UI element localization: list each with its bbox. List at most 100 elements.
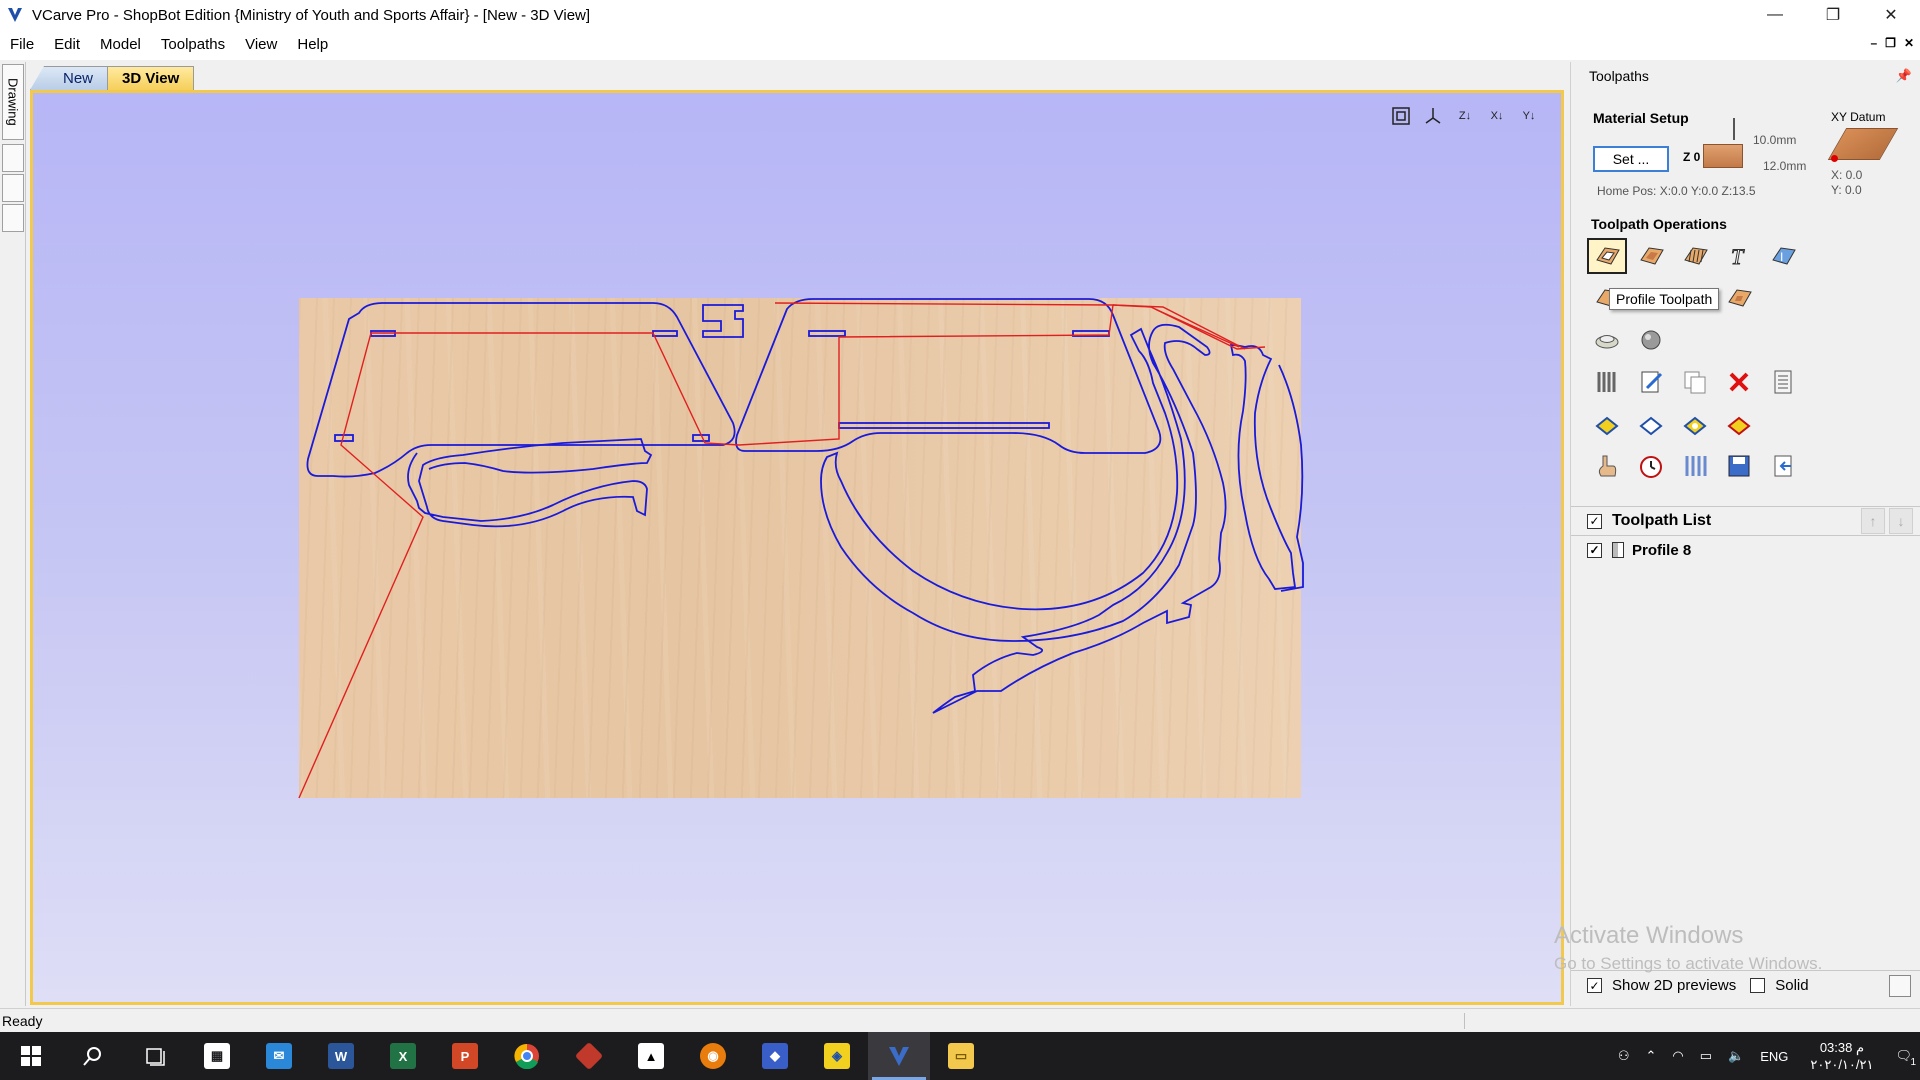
solid-checkbox[interactable] [1750,978,1766,993]
material-thickness-bottom: 12.0mm [1763,159,1807,173]
tool-database-icon[interactable] [1587,364,1627,400]
material-thickness-top: 10.0mm [1753,133,1797,147]
solid-label: Solid [1775,977,1809,994]
restore-button[interactable]: ❐ [1804,0,1862,30]
copy-toolpath-icon[interactable] [1675,364,1715,400]
toolpath-item-checkbox[interactable]: ✓ [1587,542,1602,558]
title-bar: VCarve Pro - ShopBot Edition {Ministry o… [0,0,1920,30]
preview-all-icon[interactable] [1675,406,1715,442]
powerpoint-label: P [452,1043,478,1069]
app-red-icon[interactable] [558,1032,620,1080]
notifications-icon[interactable]: 🗨 1 [1887,1048,1920,1068]
3d-viewport[interactable]: Z ↓ X ↓ Y ↓ [30,90,1564,1005]
datum-y: Y: 0.0 [1831,183,1862,197]
datum-coordinates: X: 0.0 Y: 0.0 [1831,168,1862,198]
left-dock-strip: Drawing [0,62,26,1006]
toolpath-template-icon[interactable] [1587,448,1627,484]
menu-help[interactable]: Help [287,30,338,60]
close-button[interactable]: ✕ [1862,0,1920,30]
file-explorer-icon[interactable]: ▭ [930,1032,992,1080]
start-icon[interactable] [0,1032,62,1080]
dock-button-1[interactable] [2,144,24,172]
mdi-restore-button[interactable]: ❐ [1885,36,1896,50]
3d-finishing-icon[interactable] [1631,322,1671,358]
list-item[interactable]: ✓ Profile 8 [1571,536,1920,564]
menu-model[interactable]: Model [90,30,151,60]
mdi-minimize-button[interactable]: – [1870,36,1877,50]
preview-material-icon[interactable] [1587,406,1627,442]
profile-toolpath-icon[interactable] [1587,238,1627,274]
app-doc-icon[interactable]: ◈ [806,1032,868,1080]
material-set-button[interactable]: Set ... [1593,146,1669,172]
pin-icon[interactable]: 📌 [1896,68,1912,84]
export-toolpath-icon[interactable] [1763,448,1803,484]
pocket-toolpath-icon[interactable] [1631,238,1671,274]
task-view-icon[interactable] [124,1032,186,1080]
end-mill-icon [1612,542,1624,558]
menu-toolpaths[interactable]: Toolpaths [151,30,235,60]
vcarve-icon[interactable] [868,1032,930,1080]
move-down-button[interactable]: ↓ [1889,508,1913,534]
search-icon[interactable] [62,1032,124,1080]
toolpath-summary-icon[interactable] [1763,364,1803,400]
machining-time-icon[interactable] [1631,448,1671,484]
home-position: Home Pos: X:0.0 Y:0.0 Z:13.5 [1597,184,1756,198]
ruler-icon [1733,118,1735,140]
3d-roughing-icon[interactable] [1587,322,1627,358]
chevron-up-icon[interactable]: ⌃ [1637,1048,1664,1064]
mdi-close-button[interactable]: ✕ [1904,36,1914,50]
tab-new[interactable]: New [30,66,109,90]
drawing-panel-tab[interactable]: Drawing [2,64,24,140]
engrave-toolpath-icon[interactable]: I [1763,238,1803,274]
clock[interactable]: 03:38 م ٢٠٢٠/١٠/٢١ [1796,1039,1887,1073]
drilling-toolpath-icon[interactable] [1675,238,1715,274]
panel-options-button[interactable] [1889,975,1911,997]
notification-count: 1 [1910,1057,1916,1068]
show-2d-previews-option[interactable]: ✓ Show 2D previews [1587,977,1736,994]
menu-edit[interactable]: Edit [44,30,90,60]
minimize-button[interactable]: — [1746,0,1804,30]
app-blue-icon[interactable]: ◆ [744,1032,806,1080]
merge-toolpaths-icon[interactable] [1675,448,1715,484]
powerpoint-icon[interactable]: P [434,1032,496,1080]
toolpath-list-checkbox[interactable]: ✓ [1587,513,1602,529]
people-icon[interactable]: ⚇ [1610,1048,1638,1064]
excel-icon[interactable]: X [372,1032,434,1080]
delete-toolpath-icon[interactable] [1719,364,1759,400]
toolpaths-panel: Toolpaths 📌 Material Setup Set ... Z 0 1… [1570,62,1920,1006]
inlay-toolpath-icon[interactable] [1719,280,1759,316]
status-bar: Ready [0,1008,1920,1032]
word-icon[interactable]: W [310,1032,372,1080]
svg-text:I: I [1780,250,1783,264]
language-indicator[interactable]: ENG [1752,1049,1796,1064]
solid-option[interactable]: Solid [1750,977,1809,994]
word-label: W [328,1043,354,1069]
wifi-icon[interactable]: ◠ [1664,1048,1691,1064]
datum-origin-icon [1831,155,1838,162]
edit-toolpath-icon[interactable] [1631,364,1671,400]
dock-button-3[interactable] [2,204,24,232]
blender-icon[interactable]: ◉ [682,1032,744,1080]
store-icon[interactable]: ▦ [186,1032,248,1080]
chrome-icon[interactable] [496,1032,558,1080]
toolpath-vectors [298,298,1304,799]
volume-icon[interactable]: 🔈 [1720,1048,1752,1064]
material-block-icon [1703,144,1743,168]
save-toolpath-icon[interactable] [1719,448,1759,484]
toolpaths-panel-header: Toolpaths 📌 [1571,62,1920,90]
reset-preview-icon[interactable] [1719,406,1759,442]
toolpath-list-header: ✓ Toolpath List ↑ ↓ [1571,506,1920,536]
show-2d-previews-checkbox[interactable]: ✓ [1587,978,1602,993]
mail-icon[interactable]: ✉ [248,1032,310,1080]
move-up-button[interactable]: ↑ [1861,508,1885,534]
preview-toolpath-icon[interactable] [1631,406,1671,442]
inkscape-icon[interactable]: ▲ [620,1032,682,1080]
status-separator [1464,1013,1465,1029]
xy-datum[interactable]: XY Datum X: 0.0 Y: 0.0 [1827,110,1911,210]
dock-button-2[interactable] [2,174,24,202]
vcarve-toolpath-icon[interactable]: T [1719,238,1759,274]
menu-view[interactable]: View [235,30,287,60]
battery-icon[interactable]: ▭ [1692,1048,1720,1064]
tab-3d-view[interactable]: 3D View [107,66,195,90]
menu-file[interactable]: File [0,30,44,60]
